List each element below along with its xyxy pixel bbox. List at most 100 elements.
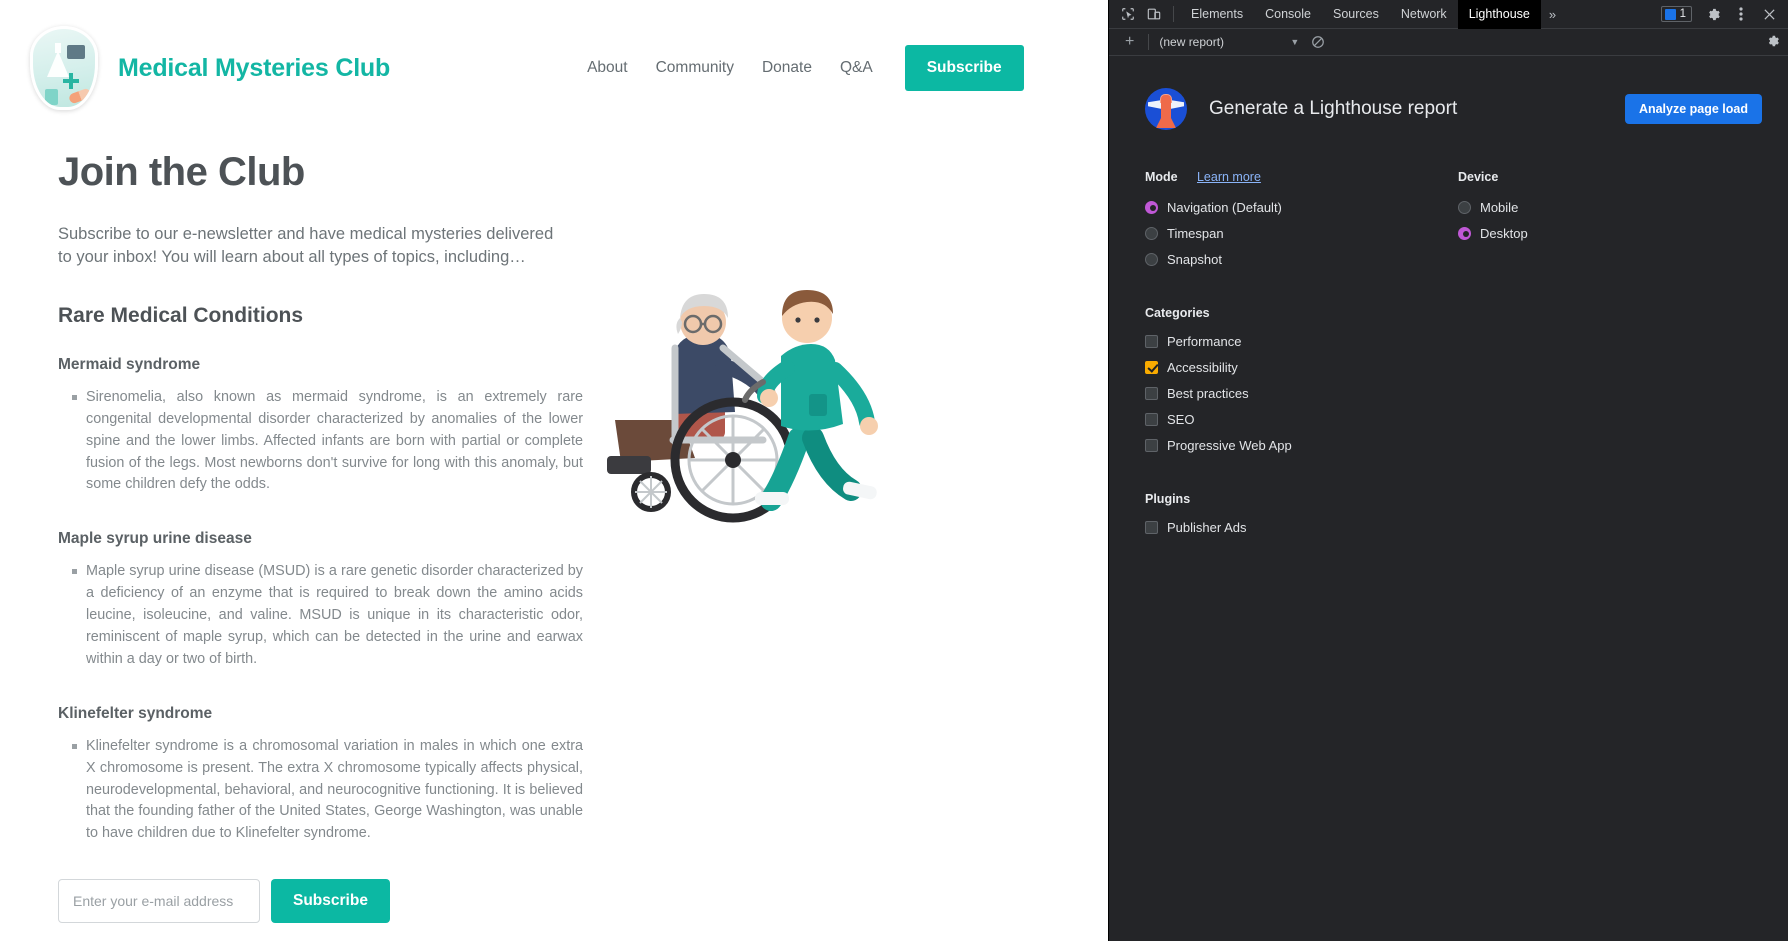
radio-timespan[interactable] [1145, 226, 1158, 240]
tab-lighthouse[interactable]: Lighthouse [1457, 0, 1541, 29]
condition-list-klinefelter: Klinefelter syndrome is a chromosomal va… [58, 736, 583, 845]
category-best-practices[interactable]: Best practices [1145, 380, 1788, 406]
radio-desktop[interactable] [1458, 226, 1471, 240]
mode-column: Mode Learn more Navigation (Default) Tim… [1145, 170, 1458, 272]
device-toolbar-icon[interactable] [1141, 2, 1167, 26]
newsletter-signup-form: Subscribe [58, 879, 583, 924]
condition-list-mermaid: Sirenomelia, also known as mermaid syndr… [58, 387, 583, 496]
tab-elements[interactable]: Elements [1180, 0, 1254, 29]
category-pwa[interactable]: Progressive Web App [1145, 432, 1788, 458]
analyze-page-load-button[interactable]: Analyze page load [1624, 94, 1762, 124]
category-label: Accessibility [1167, 359, 1238, 375]
device-option-desktop[interactable]: Desktop [1458, 220, 1788, 246]
nav-item-donate[interactable]: Donate [748, 59, 826, 77]
header-subscribe-button[interactable]: Subscribe [904, 45, 1024, 91]
monitor-shape [67, 45, 85, 59]
radio-snapshot[interactable] [1145, 252, 1158, 266]
inspect-element-icon[interactable] [1115, 2, 1141, 26]
medical-cross-icon [63, 73, 79, 89]
checkbox-seo[interactable] [1145, 412, 1158, 426]
checkbox-pwa[interactable] [1145, 438, 1158, 452]
category-accessibility[interactable]: Accessibility [1145, 354, 1788, 380]
mode-device-columns: Mode Learn more Navigation (Default) Tim… [1145, 170, 1788, 272]
checkbox-accessibility[interactable] [1145, 360, 1158, 374]
list-item: Maple syrup urine disease (MSUD) is a ra… [72, 561, 583, 670]
intro-paragraph: Subscribe to our e-newsletter and have m… [58, 225, 554, 267]
plugin-publisher-ads[interactable]: Publisher Ads [1145, 514, 1788, 540]
page-content: Join the Club Subscribe to our e-newslet… [0, 120, 1108, 941]
device-option-label: Desktop [1480, 225, 1528, 241]
radio-mobile[interactable] [1458, 200, 1471, 214]
mode-option-label: Snapshot [1167, 251, 1222, 267]
email-input[interactable] [58, 879, 260, 924]
category-performance[interactable]: Performance [1145, 328, 1788, 354]
category-label: SEO [1167, 411, 1195, 427]
nav-item-community[interactable]: Community [642, 59, 748, 77]
nav-item-qa[interactable]: Q&A [826, 59, 887, 77]
panel-settings-gear-icon[interactable] [1766, 34, 1788, 51]
lighthouse-logo-icon [1145, 88, 1187, 130]
more-tabs-icon[interactable]: » [1541, 7, 1564, 22]
lighthouse-base-shape [1156, 118, 1176, 128]
list-item: Sirenomelia, also known as mermaid syndr… [72, 387, 583, 496]
category-seo[interactable]: SEO [1145, 406, 1788, 432]
checkbox-performance[interactable] [1145, 334, 1158, 348]
medical-shield-logo-icon[interactable] [30, 26, 98, 110]
issues-count: 1 [1679, 8, 1686, 20]
device-option-mobile[interactable]: Mobile [1458, 194, 1788, 220]
category-label: Performance [1167, 333, 1242, 349]
close-icon[interactable] [1756, 2, 1782, 26]
plugins-label: Plugins [1145, 492, 1191, 506]
plugin-label: Publisher Ads [1167, 519, 1247, 535]
categories-section: Categories Performance Accessibility Bes… [1145, 306, 1788, 458]
subtoolbar-divider [1148, 34, 1150, 50]
list-item: Klinefelter syndrome is a chromosomal va… [72, 736, 583, 845]
tab-console[interactable]: Console [1254, 0, 1322, 29]
mode-option-navigation[interactable]: Navigation (Default) [1145, 194, 1458, 220]
condition-list-msud: Maple syrup urine disease (MSUD) is a ra… [58, 561, 583, 670]
issues-badge[interactable]: 1 [1660, 6, 1692, 22]
lighthouse-start-view: Generate a Lighthouse report Analyze pag… [1109, 56, 1788, 941]
report-select[interactable]: (new report) ▼ [1159, 35, 1299, 49]
main-nav: About Community Donate Q&A Subscribe [573, 45, 1024, 91]
checkbox-best-practices[interactable] [1145, 386, 1158, 400]
brand-title[interactable]: Medical Mysteries Club [118, 54, 390, 83]
plugins-section: Plugins Publisher Ads [1145, 492, 1788, 540]
chevron-down-icon: ▼ [1290, 37, 1300, 47]
mode-option-snapshot[interactable]: Snapshot [1145, 246, 1458, 272]
category-label: Best practices [1167, 385, 1249, 401]
newsletter-subscribe-button[interactable]: Subscribe [271, 879, 390, 924]
device-label: Device [1458, 170, 1499, 184]
report-select-value: (new report) [1159, 35, 1225, 49]
categories-label: Categories [1145, 306, 1210, 320]
checkbox-publisher-ads[interactable] [1145, 520, 1158, 534]
devtools-panel: Elements Console Sources Network Lightho… [1108, 0, 1788, 941]
page-title: Join the Club [58, 150, 305, 194]
screen: Medical Mysteries Club About Community D… [0, 0, 1788, 941]
radio-navigation[interactable] [1145, 200, 1158, 214]
condition-title-klinefelter: Klinefelter syndrome [58, 704, 213, 722]
web-page: Medical Mysteries Club About Community D… [0, 0, 1108, 941]
issues-icon [1664, 8, 1676, 20]
devtools-toolbar-right: 1 [1660, 2, 1788, 26]
learn-more-link[interactable]: Learn more [1197, 170, 1261, 184]
lighthouse-subtoolbar: + (new report) ▼ [1109, 29, 1788, 56]
site-header: Medical Mysteries Club About Community D… [0, 0, 1108, 120]
new-report-button[interactable]: + [1117, 33, 1142, 51]
pill-shape [67, 87, 93, 105]
tab-sources[interactable]: Sources [1322, 0, 1390, 29]
content-column: Join the Club Subscribe to our e-newslet… [58, 120, 583, 941]
more-options-icon[interactable] [1728, 2, 1754, 26]
mode-option-timespan[interactable]: Timespan [1145, 220, 1458, 246]
beam-right-shape [1170, 100, 1184, 109]
nurse-pushing-patient-in-wheelchair-illustration [607, 290, 878, 523]
nav-item-about[interactable]: About [573, 59, 642, 77]
condition-title-mermaid: Mermaid syndrome [58, 355, 201, 373]
bottle-shape [45, 89, 58, 105]
tab-network[interactable]: Network [1390, 0, 1458, 29]
mode-option-label: Timespan [1167, 225, 1224, 241]
clear-all-icon[interactable] [1311, 35, 1325, 49]
settings-gear-icon[interactable] [1700, 2, 1726, 26]
section-title: Rare Medical Conditions [58, 303, 304, 327]
category-label: Progressive Web App [1167, 437, 1292, 453]
